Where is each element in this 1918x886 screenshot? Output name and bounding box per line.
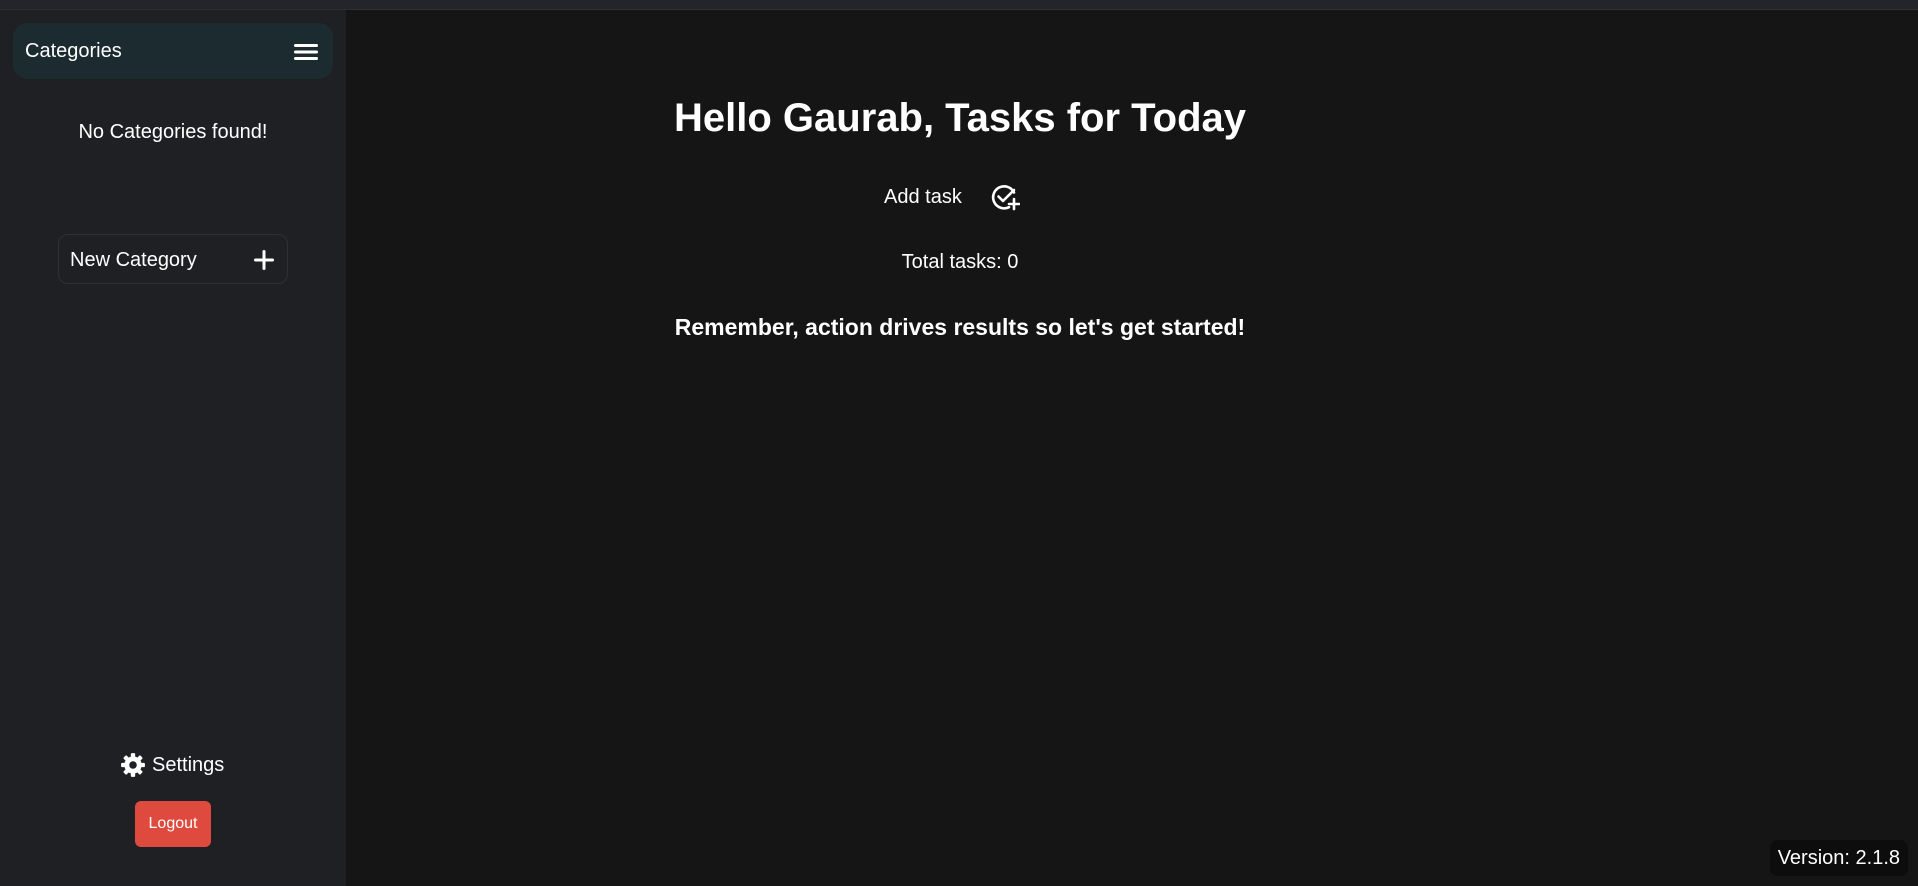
check-circle-plus-icon[interactable]	[990, 182, 1020, 212]
logout-button[interactable]: Logout	[135, 801, 211, 847]
categories-header: Categories	[13, 23, 333, 79]
gear-icon	[121, 753, 145, 777]
add-task-label: Add task	[884, 186, 962, 208]
categories-title: Categories	[25, 40, 122, 62]
settings-link[interactable]: Settings	[120, 750, 224, 780]
no-categories-message: No Categories found!	[78, 121, 268, 143]
new-category-label: New Category	[70, 249, 197, 271]
total-tasks-count: Total tasks: 0	[901, 251, 1019, 273]
main-content: Hello Gaurab, Tasks for Today Add task T…	[346, 10, 1918, 886]
plus-icon	[254, 250, 274, 270]
add-task-button[interactable]: Add task	[884, 180, 1020, 214]
motivational-message: Remember, action drives results so let's…	[674, 314, 1246, 340]
sidebar: Categories No Categories found! New Cate…	[0, 10, 346, 886]
hamburger-menu-icon[interactable]	[293, 42, 319, 62]
new-category-button[interactable]: New Category	[58, 234, 288, 284]
version-badge: Version: 2.1.8	[1769, 840, 1908, 876]
page-title: Hello Gaurab, Tasks for Today	[674, 96, 1246, 140]
settings-label: Settings	[152, 754, 225, 776]
window-top-bar	[0, 0, 1918, 10]
